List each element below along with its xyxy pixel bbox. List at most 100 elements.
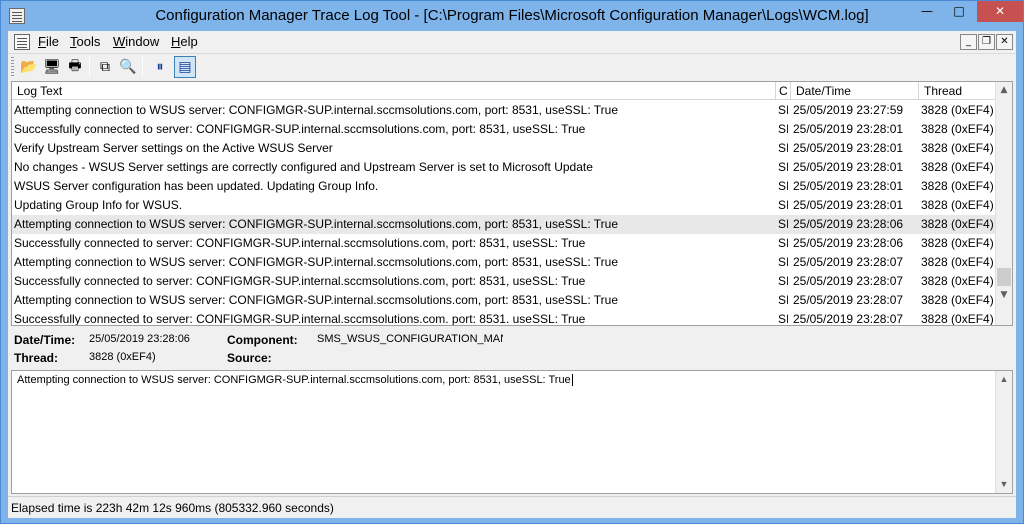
log-text-cell: No changes - WSUS Server settings are co… xyxy=(14,160,593,174)
component-cell: SI xyxy=(778,274,788,288)
window-title: Configuration Manager Trace Log Tool - [… xyxy=(155,7,869,24)
menu-file[interactable]: File xyxy=(38,34,59,49)
thread-cell: 3828 (0xEF4) xyxy=(921,236,994,250)
scroll-up-icon[interactable]: ▲ xyxy=(996,371,1012,388)
log-text-cell: Attempting connection to WSUS server: CO… xyxy=(14,217,619,231)
component-cell: SI xyxy=(778,122,788,136)
open-folder-icon[interactable]: 📂 xyxy=(18,56,40,78)
datetime-cell: 25/05/2019 23:28:06 xyxy=(793,236,904,250)
component-cell: SI xyxy=(778,255,788,269)
details-pane-icon[interactable]: ▤ xyxy=(174,56,196,78)
component-cell: SI xyxy=(778,141,788,155)
computer-icon[interactable]: 🖥 xyxy=(41,56,63,78)
thread-cell: 3828 (0xEF4) xyxy=(921,255,994,269)
component-cell: SI xyxy=(778,236,788,250)
message-scrollbar[interactable]: ▲ ▼ xyxy=(995,371,1012,493)
menu-window-label: indow xyxy=(125,34,160,49)
datetime-value: 25/05/2019 23:28:06 xyxy=(89,333,190,345)
log-text-cell: Successfully connected to server: CONFIG… xyxy=(14,274,586,288)
thread-cell: 3828 (0xEF4) xyxy=(921,179,994,193)
datetime-cell: 25/05/2019 23:27:59 xyxy=(793,103,904,117)
message-content: Attempting connection to WSUS server: CO… xyxy=(17,374,573,387)
mdi-close-button[interactable]: ✕ xyxy=(996,34,1013,50)
menu-file-accel: F xyxy=(38,34,46,49)
thread-cell: 3828 (0xEF4) xyxy=(921,217,994,231)
table-row[interactable]: Successfully connected to server: CONFIG… xyxy=(12,272,996,291)
thread-cell: 3828 (0xEF4) xyxy=(921,122,994,136)
toolbar-separator xyxy=(142,57,143,77)
title-bar[interactable]: Configuration Manager Trace Log Tool - [… xyxy=(1,1,1023,31)
component-cell: SI xyxy=(778,198,788,212)
log-text-cell: Attempting connection to WSUS server: CO… xyxy=(14,103,619,117)
datetime-cell: 25/05/2019 23:28:01 xyxy=(793,160,904,174)
table-row[interactable]: WSUS Server configuration has been updat… xyxy=(12,177,996,196)
log-text-cell: Attempting connection to WSUS server: CO… xyxy=(14,255,619,269)
scroll-down-icon[interactable]: ▼ xyxy=(996,287,1012,304)
log-text-cell: Successfully connected to server: CONFIG… xyxy=(14,312,586,325)
table-row[interactable]: Successfully connected to server: CONFIG… xyxy=(12,120,996,139)
toolbar-grip[interactable] xyxy=(11,57,14,77)
copy-icon[interactable]: ⧉ xyxy=(94,56,116,78)
toolbar-separator xyxy=(89,57,90,77)
message-text: Attempting connection to WSUS server: CO… xyxy=(17,374,571,386)
close-button[interactable]: ✕ xyxy=(977,1,1023,22)
datetime-cell: 25/05/2019 23:28:01 xyxy=(793,141,904,155)
mdi-restore-button[interactable]: ❐ xyxy=(978,34,995,50)
menu-tools[interactable]: Tools xyxy=(70,34,100,49)
component-label: Component: xyxy=(227,333,298,347)
component-value: SMS_WSUS_CONFIGURATION_MANAG xyxy=(317,333,503,345)
message-textbox[interactable]: Attempting connection to WSUS server: CO… xyxy=(11,370,1013,494)
table-row[interactable]: Attempting connection to WSUS server: CO… xyxy=(12,253,996,272)
thread-cell: 3828 (0xEF4) xyxy=(921,103,994,117)
mdi-minimize-button[interactable]: _ xyxy=(960,34,977,50)
log-text-cell: Updating Group Info for WSUS. xyxy=(14,198,183,212)
datetime-cell: 25/05/2019 23:28:07 xyxy=(793,312,904,325)
scroll-thumb[interactable] xyxy=(997,268,1011,286)
menu-window[interactable]: Window xyxy=(113,34,159,49)
scroll-down-icon[interactable]: ▼ xyxy=(996,476,1012,493)
menu-bar: File Tools Window Help _ ❐ ✕ xyxy=(8,31,1016,53)
table-row[interactable]: Attempting connection to WSUS server: CO… xyxy=(12,101,996,120)
table-row[interactable]: Successfully connected to server: CONFIG… xyxy=(12,234,996,253)
find-icon[interactable]: 🔍 xyxy=(117,56,139,78)
log-grid-scrollbar[interactable]: ▲ ▼ xyxy=(995,82,1012,325)
thread-label: Thread: xyxy=(14,351,59,365)
pause-icon[interactable]: ⏸ xyxy=(149,56,171,78)
toolbar: 📂 🖥 🖶 ⧉ 🔍 ⏸ ▤ xyxy=(8,53,1016,80)
print-icon[interactable]: 🖶 xyxy=(64,56,86,78)
maximize-button[interactable]: □ xyxy=(945,1,973,22)
thread-cell: 3828 (0xEF4) xyxy=(921,274,994,288)
table-row[interactable]: No changes - WSUS Server settings are co… xyxy=(12,158,996,177)
app-window: Configuration Manager Trace Log Tool - [… xyxy=(0,0,1024,524)
log-text-cell: Verify Upstream Server settings on the A… xyxy=(14,141,333,155)
log-grid[interactable]: Log Text C Date/Time Thread Attempting c… xyxy=(11,81,1013,326)
column-thread[interactable]: Thread xyxy=(919,82,996,100)
menu-tools-label: ools xyxy=(76,34,101,49)
client-area: File Tools Window Help _ ❐ ✕ 📂 🖥 🖶 ⧉ 🔍 ⏸… xyxy=(8,31,1016,518)
scroll-up-icon[interactable]: ▲ xyxy=(996,82,1012,99)
menu-help[interactable]: Help xyxy=(171,34,198,49)
minimize-button[interactable]: — xyxy=(913,1,941,22)
log-rows: Attempting connection to WSUS server: CO… xyxy=(12,101,996,325)
log-text-cell: WSUS Server configuration has been updat… xyxy=(14,179,379,193)
log-text-cell: Attempting connection to WSUS server: CO… xyxy=(14,293,619,307)
component-cell: SI xyxy=(778,217,788,231)
menu-window-accel: W xyxy=(113,34,126,49)
table-row[interactable]: Verify Upstream Server settings on the A… xyxy=(12,139,996,158)
thread-value: 3828 (0xEF4) xyxy=(89,351,156,363)
datetime-cell: 25/05/2019 23:28:07 xyxy=(793,274,904,288)
component-cell: SI xyxy=(778,179,788,193)
table-row[interactable]: Updating Group Info for WSUS. SI 25/05/201… xyxy=(12,196,996,215)
datetime-cell: 25/05/2019 23:28:01 xyxy=(793,198,904,212)
document-icon[interactable] xyxy=(14,34,30,50)
table-row[interactable]: Attempting connection to WSUS server: CO… xyxy=(12,215,996,234)
column-log-text[interactable]: Log Text xyxy=(12,82,776,100)
table-row[interactable]: Successfully connected to server: CONFIG… xyxy=(12,310,996,325)
menu-help-label: elp xyxy=(180,34,198,49)
table-row[interactable]: Attempting connection to WSUS server: CO… xyxy=(12,291,996,310)
column-component[interactable]: C xyxy=(776,82,791,100)
grid-header: Log Text C Date/Time Thread xyxy=(12,82,996,100)
log-text-cell: Successfully connected to server: CONFIG… xyxy=(14,236,586,250)
datetime-cell: 25/05/2019 23:28:01 xyxy=(793,122,904,136)
column-datetime[interactable]: Date/Time xyxy=(791,82,919,100)
